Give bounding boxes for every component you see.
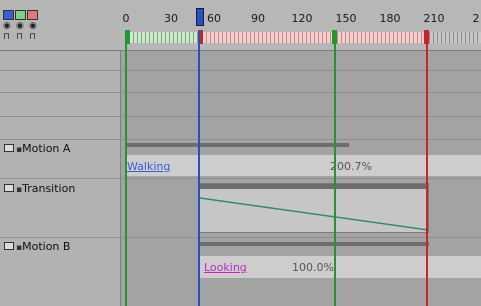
collapse-icon[interactable] <box>4 144 14 152</box>
motion-b-weight-bar[interactable] <box>199 242 429 246</box>
track-header-transition[interactable]: ▪Transition <box>0 179 121 237</box>
ruler-tick: 60 <box>207 12 221 25</box>
ruler-tick: 150 <box>335 12 357 25</box>
layer-header-panel: ◉ ◉ ◉ ⊓ ⊓ ⊓ <box>0 0 121 51</box>
lock-icon[interactable]: ⊓ <box>16 33 23 42</box>
looking-clip[interactable]: Looking 100.0% <box>199 256 481 278</box>
row-divider <box>0 116 481 117</box>
ruler-tick: 2 <box>472 12 480 25</box>
keyframe-strip-gray <box>426 32 481 43</box>
transition-clip[interactable] <box>199 183 429 233</box>
ruler-tick: 180 <box>379 12 401 25</box>
collapse-icon[interactable] <box>4 242 14 250</box>
track-header-motion-b[interactable]: ▪Motion B <box>0 238 121 306</box>
walking-clip-label[interactable]: Walking <box>127 160 170 173</box>
eye-icon[interactable]: ◉ <box>29 22 37 31</box>
ruler-tick: 210 <box>423 12 445 25</box>
layer-color-swatch-blue[interactable] <box>3 10 14 20</box>
looking-clip-percent: 100.0% <box>292 261 334 274</box>
ruler-tick: 30 <box>164 12 178 25</box>
looking-clip-label[interactable]: Looking <box>204 261 247 274</box>
start-time-line <box>125 30 127 306</box>
layer-color-swatch-green[interactable] <box>15 10 26 20</box>
keyframe-strip-pink <box>334 32 426 43</box>
ruler-tick: 90 <box>251 12 265 25</box>
transition-curve <box>200 197 428 231</box>
playhead-line[interactable] <box>198 30 200 306</box>
lock-icon[interactable]: ⊓ <box>29 33 36 42</box>
collapse-icon[interactable] <box>4 184 14 192</box>
keyframe-strip-green <box>126 32 199 43</box>
playhead-handle[interactable] <box>196 8 204 26</box>
keyframe-strip-pink <box>199 32 334 43</box>
track-label-motion-b: ▪Motion B <box>4 240 70 253</box>
layer-color-swatch-red[interactable] <box>27 10 38 20</box>
eye-icon[interactable]: ◉ <box>3 22 11 31</box>
row-divider <box>0 92 481 93</box>
motion-a-weight-bar[interactable] <box>125 143 349 147</box>
walking-clip-percent: 200.7% <box>330 160 372 173</box>
track-label-motion-a: ▪Motion A <box>4 142 70 155</box>
ruler-tick: 0 <box>122 12 130 25</box>
end-time-line <box>426 30 428 306</box>
lock-icon[interactable]: ⊓ <box>3 33 10 42</box>
track-label-transition: ▪Transition <box>4 182 75 195</box>
track-header-motion-a[interactable]: ▪Motion A <box>0 140 121 178</box>
ruler-tick: 120 <box>291 12 313 25</box>
motion-timeline-window: ◉ ◉ ◉ ⊓ ⊓ ⊓ 0 30 60 90 120 150 180 210 2… <box>0 0 481 306</box>
keyframe-time-line <box>334 30 336 306</box>
eye-icon[interactable]: ◉ <box>16 22 24 31</box>
row-divider <box>0 70 481 71</box>
empty-track-area <box>0 51 121 139</box>
